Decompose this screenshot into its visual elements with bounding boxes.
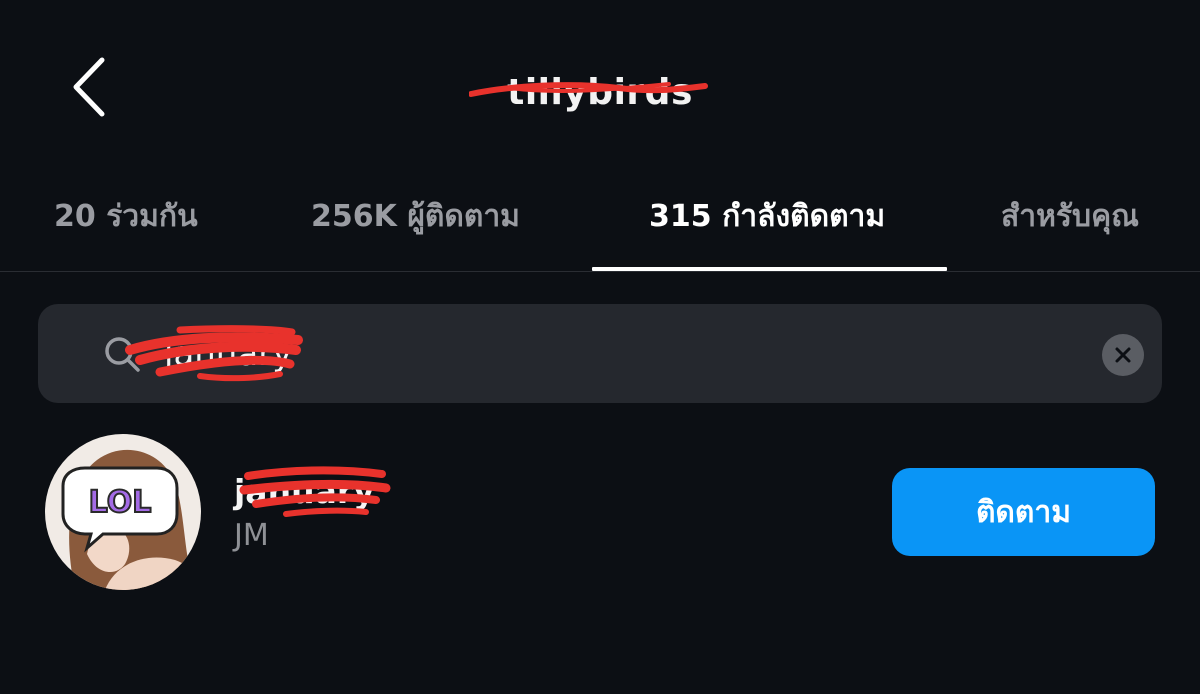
avatar-badge-text: LOL	[89, 485, 152, 520]
clear-search-button[interactable]	[1102, 334, 1144, 376]
page-title: tillybirds	[469, 71, 709, 113]
page-title-text: tillybirds	[507, 71, 693, 113]
tab-for-you[interactable]: สำหรับคุณ	[1001, 193, 1139, 240]
search-icon	[105, 337, 140, 372]
avatar[interactable]: LOL	[45, 434, 201, 590]
tab-following[interactable]: 315 กำลังติดตาม	[649, 193, 885, 240]
search-input[interactable]	[164, 330, 1064, 378]
avatar-image: LOL	[45, 434, 201, 590]
search-bar[interactable]	[38, 304, 1162, 403]
follow-button[interactable]: ติดตาม	[892, 468, 1155, 556]
following-list-screen: tillybirds 20 ร่วมกัน 256K ผู้ติดตาม 315…	[0, 0, 1200, 694]
result-display-name: JM	[234, 518, 269, 553]
tab-bar: 20 ร่วมกัน 256K ผู้ติดตาม 315 กำลังติดตา…	[0, 175, 1200, 272]
tab-mutual[interactable]: 20 ร่วมกัน	[54, 193, 198, 240]
header: tillybirds	[0, 62, 1200, 122]
active-tab-indicator	[592, 267, 947, 271]
clear-icon	[1115, 347, 1131, 363]
tab-followers[interactable]: 256K ผู้ติดตาม	[311, 193, 520, 240]
result-username: january	[234, 472, 375, 511]
user-list-item[interactable]: LOL january JM ติดตาม	[0, 430, 1200, 600]
